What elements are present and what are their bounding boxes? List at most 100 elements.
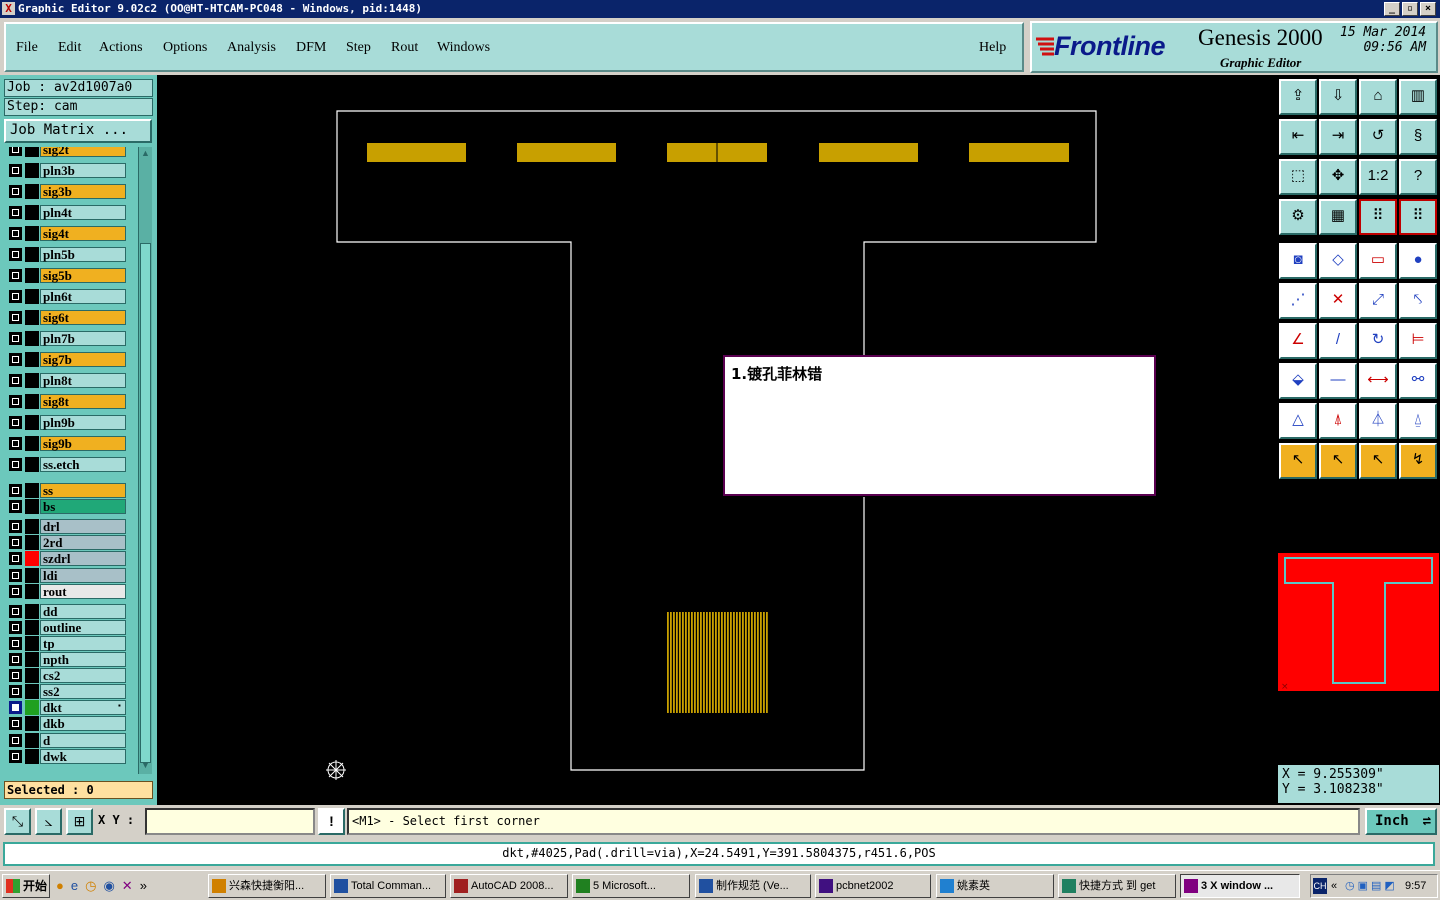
taskbar-item[interactable]: 3 X window ... (1180, 874, 1300, 898)
taskbar-item[interactable]: 制作规范 (Ve... (695, 874, 811, 898)
layer-color-swatch[interactable] (25, 635, 39, 651)
scroll-up-icon[interactable]: ▲ (140, 148, 151, 159)
copy-icon[interactable]: ⤣ (1399, 283, 1437, 319)
layer-checkbox[interactable] (9, 374, 22, 387)
layer-color-swatch[interactable] (25, 700, 39, 716)
layer-row-pln4t[interactable]: pln4t (6, 205, 126, 220)
settings-icon[interactable]: ⚙ (1279, 199, 1317, 235)
taskbar-item[interactable]: AutoCAD 2008... (450, 874, 568, 898)
layer-row-dkb[interactable]: dkb (6, 716, 126, 732)
layer-checkbox[interactable] (9, 653, 22, 666)
more-icon[interactable]: » (140, 878, 154, 893)
layer-color-swatch[interactable] (25, 499, 39, 515)
layer-color-swatch[interactable] (25, 519, 39, 535)
arc-icon[interactable]: ↻ (1359, 323, 1397, 359)
layer-checkbox[interactable] (9, 604, 22, 618)
layer-row-ss2[interactable]: ss2 (6, 684, 126, 700)
undo-icon[interactable]: ↺ (1359, 119, 1397, 155)
zoom-prev-icon[interactable]: ⇤ (1279, 119, 1317, 155)
measure-icon[interactable]: ⦣ (35, 808, 62, 835)
layer-color-swatch[interactable] (25, 684, 39, 700)
ruler-icon[interactable]: ▭ (1359, 243, 1397, 279)
layer-row-rout[interactable]: rout (6, 583, 126, 599)
layer-checkbox[interactable] (9, 395, 22, 408)
menu-edit[interactable]: Edit (58, 40, 81, 56)
layer-checkbox[interactable] (9, 248, 22, 261)
layer-name[interactable]: szdrl (40, 551, 126, 567)
layer-row-szdrl[interactable]: szdrl (6, 551, 126, 567)
resize-icon[interactable]: ⟷ (1359, 363, 1397, 399)
layer-color-swatch[interactable] (25, 603, 39, 619)
clock-icon[interactable]: ◷ (85, 878, 103, 893)
layer-color-swatch[interactable] (25, 289, 39, 304)
menu-dfm[interactable]: DFM (296, 40, 326, 56)
zoom-fit-icon[interactable]: ⬚ (1279, 159, 1317, 195)
overview-map[interactable]: × (1278, 553, 1439, 692)
layer-name[interactable]: sig6t (40, 310, 126, 325)
layer-checkbox[interactable] (9, 458, 22, 471)
layer-name[interactable]: pln7b (40, 331, 126, 346)
layer-row-pln7b[interactable]: pln7b (6, 331, 126, 346)
menu-step[interactable]: Step (346, 40, 371, 56)
grid-icon[interactable]: ▦ (1319, 199, 1357, 235)
surface-icon[interactable]: ⍋ (1319, 403, 1357, 439)
scrollbar-thumb[interactable] (140, 243, 151, 763)
layer-name[interactable]: pln4t (40, 205, 126, 220)
angle-icon[interactable]: ∠ (1279, 323, 1317, 359)
layer-color-swatch[interactable] (25, 147, 39, 157)
connect-icon[interactable]: ⋰ (1279, 283, 1317, 319)
zoom-half-icon[interactable]: 1:2 (1359, 159, 1397, 195)
layer-name[interactable]: sig7b (40, 352, 126, 367)
layer-name[interactable]: pln8t (40, 373, 126, 388)
taskbar-item[interactable]: Total Comman... (330, 874, 446, 898)
delete-icon[interactable]: ✕ (1319, 283, 1357, 319)
layer-name[interactable]: drl (40, 519, 126, 535)
layer-name[interactable]: ss.etch (40, 457, 126, 472)
layer-checkbox[interactable] (9, 552, 22, 566)
layer-name[interactable]: ss2 (40, 684, 126, 700)
layer-row-dkt[interactable]: dkt ▪ (6, 700, 126, 716)
layer-checkbox[interactable] (9, 269, 22, 282)
layer-name[interactable]: d (40, 732, 126, 748)
layer-name[interactable]: sig9b (40, 436, 126, 451)
layer-color-swatch[interactable] (25, 331, 39, 346)
layer-color-swatch[interactable] (25, 716, 39, 732)
layer-color-swatch[interactable] (25, 226, 39, 241)
layer-row-sig3b[interactable]: sig3b (6, 184, 126, 199)
layer-row-sig8t[interactable]: sig8t (6, 394, 126, 409)
layer-checkbox[interactable] (9, 164, 22, 177)
taskbar-item[interactable]: 姚素英 (936, 874, 1054, 898)
layer-checkbox[interactable] (9, 353, 22, 366)
menu-rout[interactable]: Rout (391, 40, 418, 56)
layer-row-bs[interactable]: bs (6, 499, 126, 515)
tray-expand-icon[interactable]: « (1331, 875, 1337, 897)
home-icon[interactable]: ⌂ (1359, 79, 1397, 115)
select-icon[interactable]: ↖ (1279, 443, 1317, 479)
taskbar-item[interactable]: pcbnet2002 (815, 874, 931, 898)
menu-help[interactable]: Help (979, 40, 1006, 56)
layer-row-drl[interactable]: drl (6, 519, 126, 535)
alert-icon[interactable]: ! (318, 808, 345, 835)
layer-checkbox[interactable] (9, 749, 22, 763)
layer-name[interactable]: sig4t (40, 226, 126, 241)
menu-actions[interactable]: Actions (99, 40, 143, 56)
cluster-icon[interactable]: ⚯ (1399, 363, 1437, 399)
layer-name[interactable]: 2rd (40, 535, 126, 551)
outlook-icon[interactable]: ◉ (103, 878, 121, 893)
start-button[interactable]: 开始 (2, 874, 50, 898)
menu-file[interactable]: File (16, 40, 38, 56)
layer-row-npth[interactable]: npth (6, 652, 126, 667)
layer-color-swatch[interactable] (25, 415, 39, 430)
layer-row-outline[interactable]: outline (6, 619, 126, 635)
layer-name[interactable]: cs2 (40, 668, 126, 684)
rout-map-icon[interactable]: ⠿ (1399, 199, 1437, 235)
layer-color-swatch[interactable] (25, 247, 39, 262)
layer-name[interactable]: sig5b (40, 268, 126, 283)
layer-row-d[interactable]: d (6, 732, 126, 748)
xwin-icon[interactable]: ✕ (122, 878, 140, 893)
layer-checkbox[interactable] (9, 437, 22, 450)
layer-color-swatch[interactable] (25, 310, 39, 325)
layer-color-swatch[interactable] (25, 748, 39, 764)
layer-color-swatch[interactable] (25, 457, 39, 472)
feature-fill-icon[interactable]: ◙ (1279, 243, 1317, 279)
